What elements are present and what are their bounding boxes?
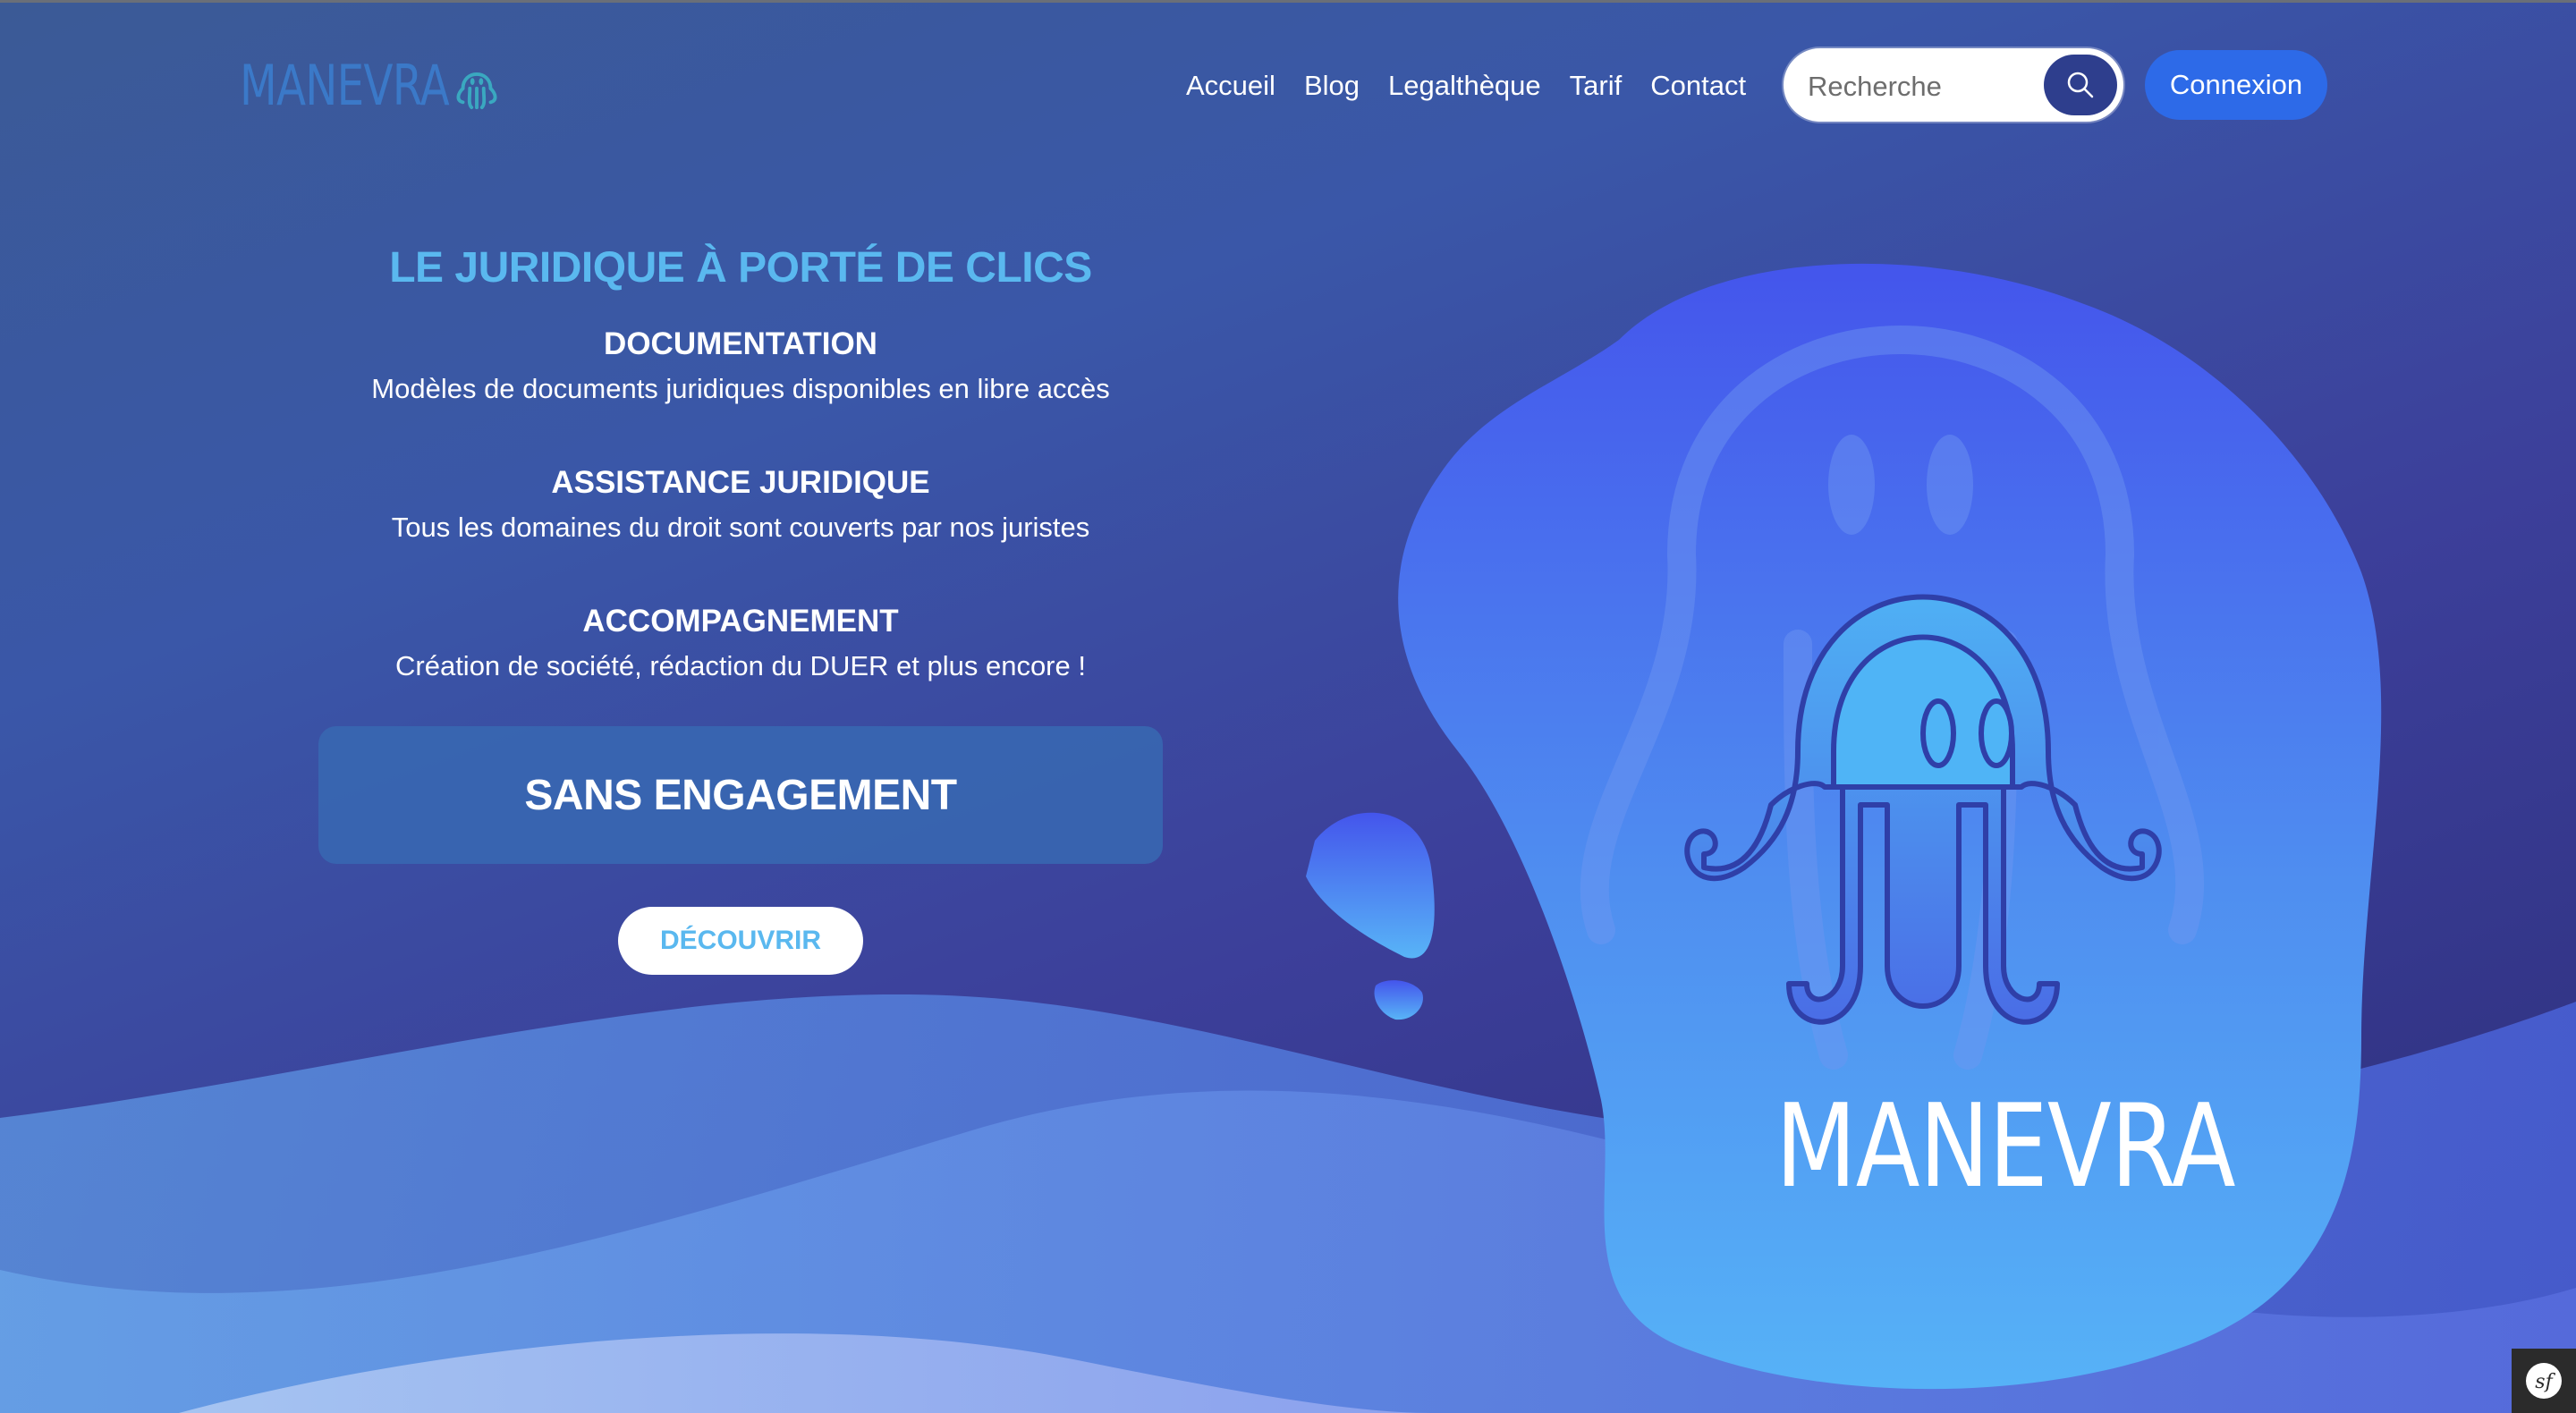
feature-description: Création de société, rédaction du DUER e… xyxy=(395,650,1086,681)
hero-section: LE JURIDIQUE À PORTÉ DE CLICS DOCUMENTAT… xyxy=(318,233,1163,975)
engagement-banner: SANS ENGAGEMENT xyxy=(318,726,1163,864)
feature-title: ASSISTANCE JURIDIQUE xyxy=(551,465,930,500)
brand-illustration xyxy=(1306,263,2382,1390)
nav-tarif[interactable]: Tarif xyxy=(1555,70,1637,102)
feature-assistance: ASSISTANCE JURIDIQUE Tous les domaines d… xyxy=(318,461,1163,550)
symfony-icon: sf xyxy=(2526,1363,2562,1399)
feature-description: Tous les domaines du droit sont couverts… xyxy=(391,512,1090,543)
drop-shape xyxy=(1306,812,1435,959)
nav-contact[interactable]: Contact xyxy=(1636,70,1760,102)
login-button[interactable]: Connexion xyxy=(2145,50,2327,120)
dev-toolbar-toggle[interactable]: sf xyxy=(2512,1349,2576,1413)
nav-blog[interactable]: Blog xyxy=(1290,70,1374,102)
feature-title: ACCOMPAGNEMENT xyxy=(582,604,899,639)
feature-title: DOCUMENTATION xyxy=(604,326,877,361)
search-bar xyxy=(1784,48,2123,122)
octopus-icon xyxy=(456,72,497,110)
browser-top-line xyxy=(0,0,2576,3)
feature-documentation: DOCUMENTATION Modèles de documents jurid… xyxy=(318,322,1163,411)
hero-tagline: LE JURIDIQUE À PORTÉ DE CLICS xyxy=(389,244,1092,292)
brand-wordmark: MANEVRA xyxy=(1775,1080,2236,1214)
discover-button[interactable]: DÉCOUVRIR xyxy=(618,907,863,975)
logo-text: MANEVRA xyxy=(240,52,450,118)
main-nav: Accueil Blog Legalthèque Tarif Contact xyxy=(1172,50,1760,122)
search-icon xyxy=(2067,72,2094,98)
drop-shape xyxy=(1374,980,1423,1020)
search-input[interactable] xyxy=(1806,63,2033,110)
nav-legaltheque[interactable]: Legalthèque xyxy=(1374,70,1555,102)
feature-description: Modèles de documents juridiques disponib… xyxy=(371,373,1110,404)
nav-accueil[interactable]: Accueil xyxy=(1172,70,1290,102)
search-button[interactable] xyxy=(2044,55,2117,115)
feature-accompagnement: ACCOMPAGNEMENT Création de société, réda… xyxy=(318,599,1163,689)
site-logo[interactable]: MANEVRA xyxy=(240,52,503,118)
